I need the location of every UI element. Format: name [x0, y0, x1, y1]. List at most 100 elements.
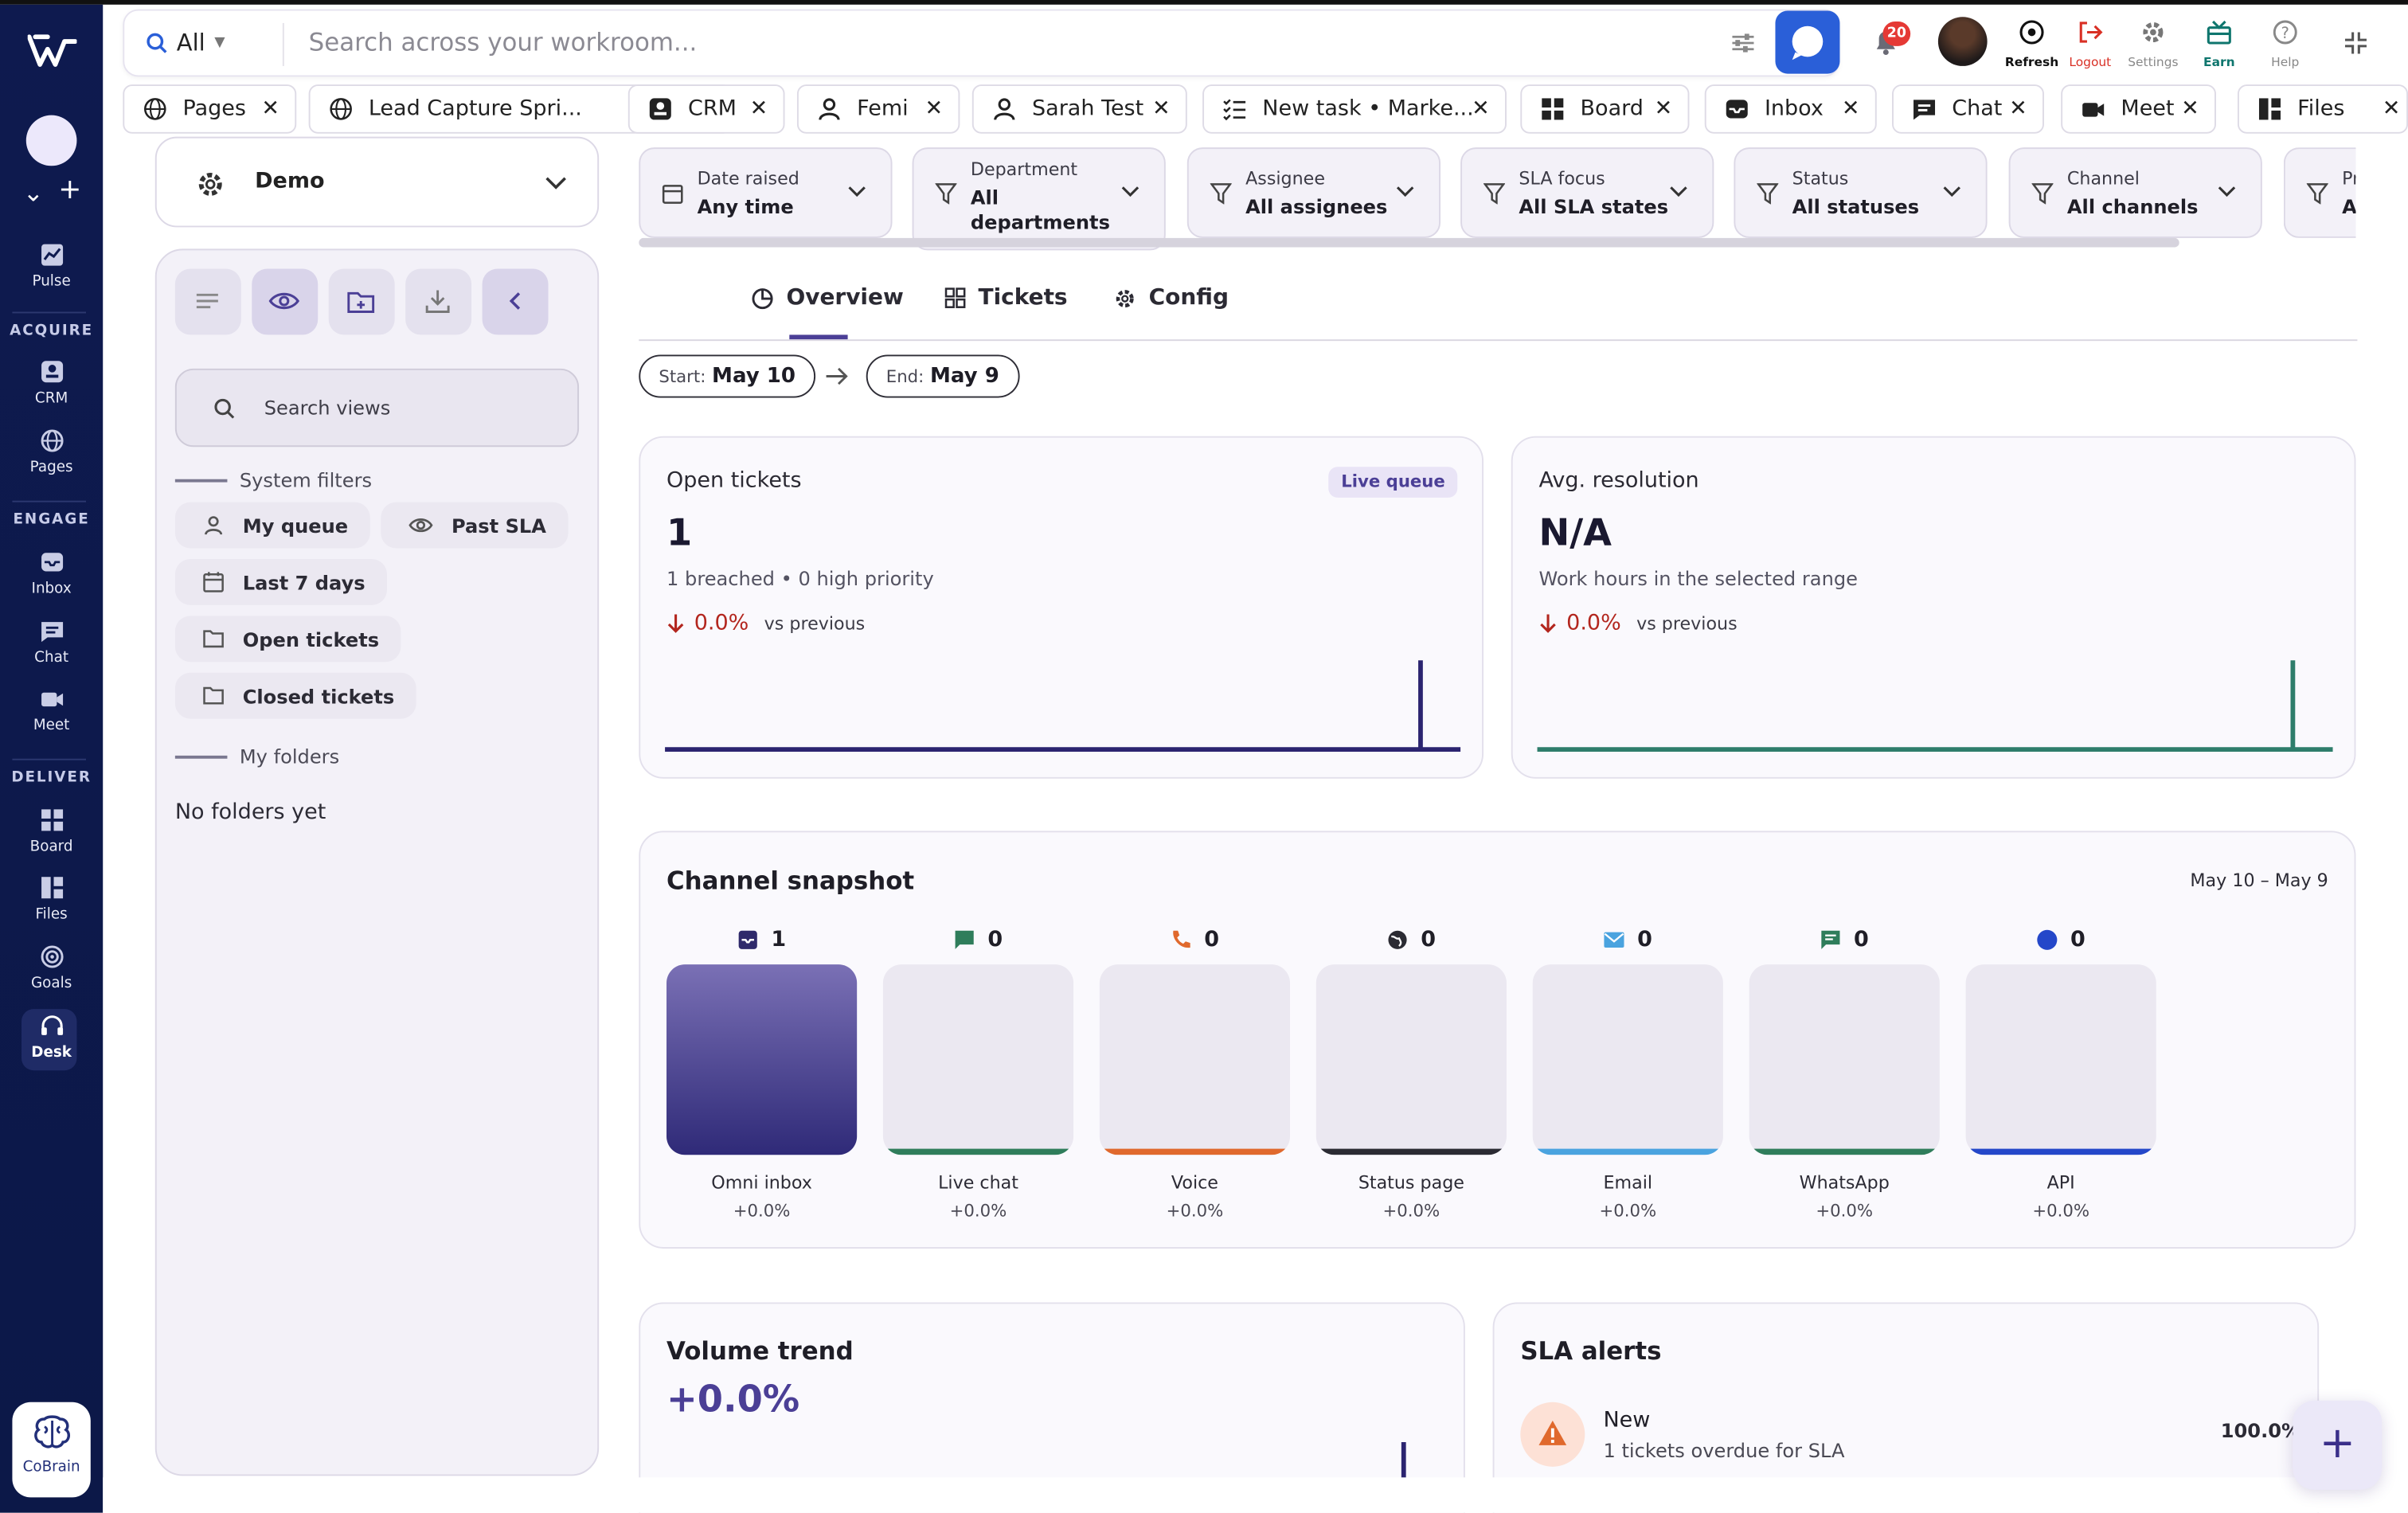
tab-new-task[interactable]: New task • Marke... ✕ [1202, 84, 1507, 134]
rail-item-pulse[interactable]: Pulse [0, 243, 103, 291]
rail-label-goals: Goals [30, 975, 72, 992]
rail-item-files[interactable]: Files [0, 875, 103, 923]
refresh-button[interactable]: Refresh [1998, 18, 2066, 69]
add-floating-button[interactable]: + [2293, 1400, 2383, 1490]
channel-api[interactable]: 0 API +0.0% [1965, 921, 2156, 1221]
close-icon[interactable]: ✕ [2383, 97, 2401, 122]
tab-tickets[interactable]: Tickets [944, 286, 1068, 311]
settings-button[interactable]: Settings [2119, 18, 2187, 69]
tab-files[interactable]: Files ✕ [2237, 84, 2408, 134]
tab-pages[interactable]: Pages ✕ [123, 84, 297, 134]
workspace-avatar[interactable] [25, 115, 77, 166]
gear-icon [1116, 289, 1134, 307]
close-icon[interactable]: ✕ [1152, 97, 1171, 122]
tab-chat[interactable]: Chat ✕ [1892, 84, 2044, 134]
tab-femi[interactable]: Femi ✕ [796, 84, 960, 134]
channel-email[interactable]: 0 Email +0.0% [1532, 921, 1723, 1221]
filter-open-tickets[interactable]: Open tickets [174, 616, 401, 663]
filter-assignee[interactable]: Assignee All assignees [1186, 147, 1441, 238]
earn-label: Earn [2203, 55, 2235, 69]
views-search-placeholder: Search views [264, 396, 391, 420]
channel-live-chat[interactable]: 0 Live chat +0.0% [882, 921, 1074, 1221]
channel-voice[interactable]: 0 Voice +0.0% [1099, 921, 1291, 1221]
app-logo-icon[interactable] [27, 33, 77, 69]
rail-section-acquire: ACQUIRE [10, 323, 94, 340]
logout-button[interactable]: Logout [2056, 18, 2124, 69]
search-scope-select[interactable]: All ▼ [146, 29, 225, 57]
filter-department[interactable]: Department All departments [912, 147, 1166, 251]
list-view-button[interactable] [174, 268, 241, 335]
filter-closed-tickets[interactable]: Closed tickets [174, 672, 416, 719]
collapse-panel-button[interactable] [482, 268, 549, 335]
rail-item-pages[interactable]: Pages [0, 428, 103, 476]
filters-scrollbar[interactable] [639, 237, 2179, 248]
chevron-down-icon [1670, 186, 1687, 197]
channel-whatsapp[interactable]: 0 WhatsApp +0.0% [1749, 921, 1940, 1221]
preview-view-button[interactable] [252, 268, 319, 335]
channel-status-page[interactable]: 0 Status page +0.0% [1315, 921, 1507, 1221]
rail-item-goals[interactable]: Goals [0, 944, 103, 992]
end-date-chip[interactable]: End: May 9 [866, 354, 1019, 398]
close-icon[interactable]: ✕ [261, 97, 280, 122]
tab-board[interactable]: Board ✕ [1520, 84, 1690, 134]
open-tickets-card[interactable]: Open tickets Live queue 1 1 breached • 0… [639, 436, 1484, 779]
chevron-down-icon [545, 177, 566, 190]
tab-sarah-test[interactable]: Sarah Test ✕ [971, 84, 1187, 134]
filter-channel[interactable]: Channel All channels [2008, 147, 2262, 238]
help-button[interactable]: ? Help [2251, 18, 2319, 69]
new-folder-button[interactable] [328, 268, 395, 335]
user-avatar[interactable] [1937, 17, 1988, 66]
rail-item-board[interactable]: Board [0, 807, 103, 855]
cobrain-button[interactable]: CoBrain [12, 1402, 91, 1498]
rail-item-desk[interactable]: Desk [0, 1014, 103, 1061]
avg-resolution-card[interactable]: Avg. resolution N/A Work hours in the se… [1511, 436, 2356, 779]
chevron-down-icon[interactable]: ⌄ [23, 178, 44, 208]
start-date-chip[interactable]: Start: May 10 [639, 354, 816, 398]
rail-item-inbox[interactable]: Inbox [0, 549, 103, 597]
filter-status[interactable]: Status All statuses [1734, 147, 1988, 238]
svg-text:?: ? [2281, 24, 2289, 42]
collapse-icon[interactable] [2342, 29, 2370, 57]
earn-button[interactable]: Earn [2185, 18, 2253, 69]
search-input[interactable]: Search across your workroom... [309, 28, 698, 57]
close-icon[interactable]: ✕ [2009, 97, 2027, 122]
search-submit-button[interactable] [1775, 10, 1840, 74]
rail-item-crm[interactable]: CRM [0, 359, 103, 407]
download-icon [425, 290, 450, 313]
filter-settings-icon[interactable] [1731, 31, 1756, 56]
close-icon[interactable]: ✕ [925, 97, 944, 122]
filter-date-raised[interactable]: Date raised Any time [639, 147, 893, 238]
tab-crm[interactable]: CRM ✕ [627, 84, 785, 134]
export-button[interactable] [405, 268, 472, 335]
channel-snapshot-range: May 10 – May 9 [2190, 869, 2328, 891]
search-icon [214, 398, 235, 419]
close-icon[interactable]: ✕ [1655, 97, 1673, 122]
channel-omni-inbox[interactable]: 1 Omni inbox +0.0% [666, 921, 858, 1221]
filter-value: Any time [697, 194, 794, 218]
filter-priority[interactable]: Pr Al [2283, 147, 2356, 238]
close-icon[interactable]: ✕ [2181, 97, 2199, 122]
tab-overview[interactable]: Overview [751, 286, 904, 311]
filter-last-7-days[interactable]: Last 7 days [174, 559, 387, 605]
headset-icon [41, 1015, 63, 1035]
close-icon[interactable]: ✕ [1472, 97, 1490, 122]
rail-section-engage: ENGAGE [13, 511, 90, 529]
rail-item-meet[interactable]: Meet [0, 686, 103, 734]
add-icon[interactable]: + [58, 174, 81, 206]
rail-item-chat[interactable]: Chat [0, 619, 103, 667]
channel-count: 0 [2070, 927, 2086, 952]
tab-config[interactable]: Config [1113, 286, 1229, 311]
rail-label-desk: Desk [31, 1044, 72, 1061]
close-icon[interactable]: ✕ [750, 97, 768, 122]
filter-past-sla[interactable]: Past SLA [381, 502, 568, 549]
channel-count: 1 [771, 927, 787, 952]
close-icon[interactable]: ✕ [1842, 97, 1860, 122]
workspace-select[interactable]: Demo [154, 136, 600, 228]
channel-tile [666, 964, 858, 1155]
views-search-input[interactable]: Search views [174, 368, 580, 448]
filter-my-queue[interactable]: My queue [174, 502, 370, 549]
filter-label: Open tickets [242, 627, 380, 651]
filter-sla-focus[interactable]: SLA focus All SLA states [1460, 147, 1714, 238]
tab-inbox[interactable]: Inbox ✕ [1704, 84, 1877, 134]
tab-meet[interactable]: Meet ✕ [2061, 84, 2216, 134]
